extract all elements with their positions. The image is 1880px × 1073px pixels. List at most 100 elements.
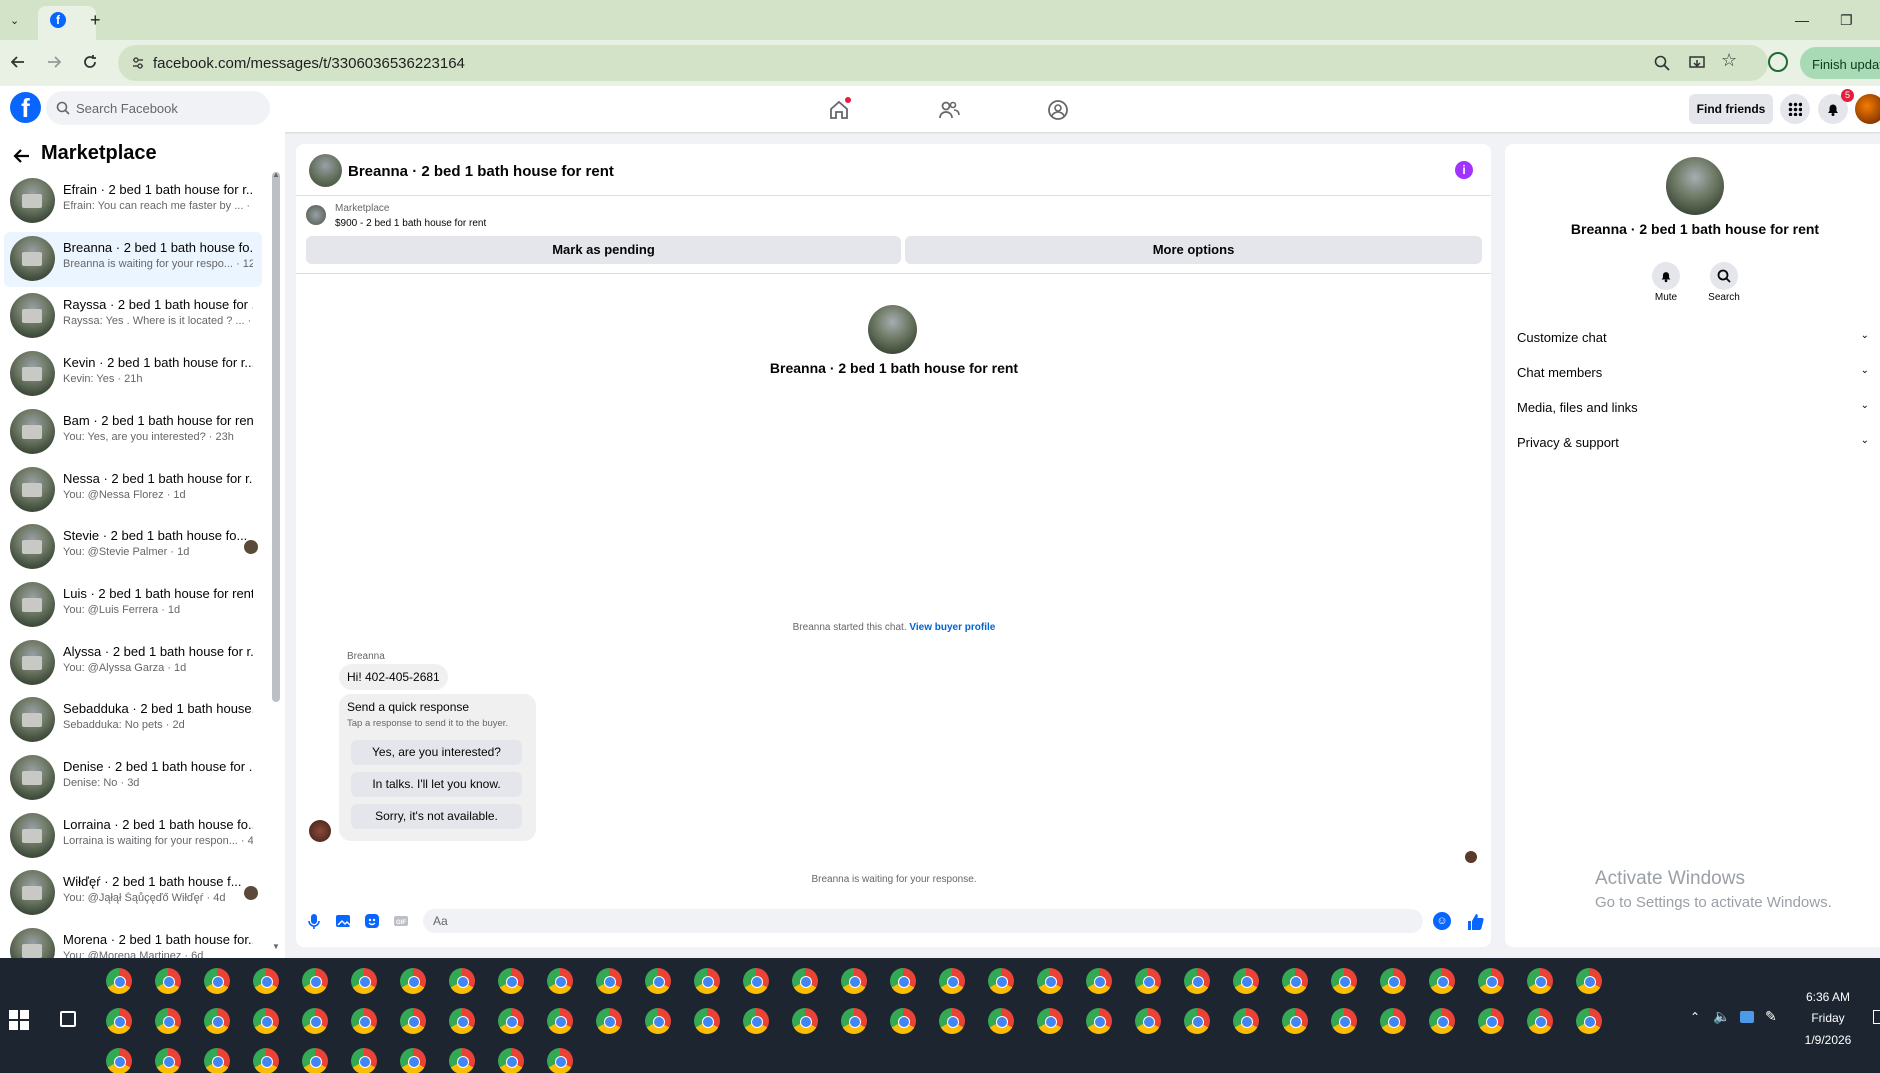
chrome-taskbar-icon[interactable]: [302, 1008, 328, 1034]
sidebar-scrollbar[interactable]: [272, 172, 280, 702]
forward-icon[interactable]: [44, 52, 64, 72]
chrome-taskbar-icon[interactable]: [841, 1008, 867, 1034]
facebook-logo[interactable]: f: [10, 92, 41, 123]
section-privacy-support[interactable]: Privacy & support ⌄: [1517, 435, 1877, 450]
chrome-taskbar-icon[interactable]: [694, 1008, 720, 1034]
scroll-down-icon[interactable]: ▼: [272, 942, 280, 951]
chrome-taskbar-icon[interactable]: [1282, 1008, 1308, 1034]
chrome-taskbar-icon[interactable]: [1527, 1008, 1553, 1034]
chrome-taskbar-icon[interactable]: [1478, 1008, 1504, 1034]
chat-title[interactable]: Breanna · 2 bed 1 bath house for rent: [348, 163, 614, 180]
section-chat-members[interactable]: Chat members ⌄: [1517, 365, 1877, 380]
quick-response-yes[interactable]: Yes, are you interested?: [351, 740, 522, 765]
restore-icon[interactable]: ❐: [1840, 12, 1853, 29]
chrome-taskbar-icon[interactable]: [351, 1048, 377, 1073]
chrome-taskbar-icon[interactable]: [547, 968, 573, 994]
chrome-taskbar-icon[interactable]: [547, 1008, 573, 1034]
microphone-icon[interactable]: [305, 912, 323, 930]
chrome-taskbar-icon[interactable]: [596, 1008, 622, 1034]
chrome-taskbar-icon[interactable]: [106, 1048, 132, 1073]
conversation-item[interactable]: Sebadduka · 2 bed 1 bath house... Sebaddu…: [4, 693, 262, 748]
chrome-taskbar-icon[interactable]: [400, 1008, 426, 1034]
chrome-taskbar-icon[interactable]: [1527, 968, 1553, 994]
info-icon[interactable]: i: [1455, 161, 1473, 179]
chrome-taskbar-icon[interactable]: [890, 968, 916, 994]
chrome-taskbar-icon[interactable]: [253, 1008, 279, 1034]
section-customize-chat[interactable]: Customize chat ⌄: [1517, 330, 1877, 345]
chrome-taskbar-icon[interactable]: [841, 968, 867, 994]
message-bubble[interactable]: Hi! 402-405-2681: [339, 664, 448, 690]
chrome-taskbar-icon[interactable]: [498, 968, 524, 994]
gif-icon[interactable]: GIF: [392, 912, 410, 930]
chrome-taskbar-icon[interactable]: [547, 1048, 573, 1073]
new-tab-icon[interactable]: +: [90, 10, 101, 31]
like-thumb-icon[interactable]: [1465, 912, 1485, 932]
chrome-taskbar-icon[interactable]: [253, 968, 279, 994]
chrome-taskbar-icon[interactable]: [1331, 968, 1357, 994]
chrome-taskbar-icon[interactable]: [1576, 968, 1602, 994]
menu-button[interactable]: [1780, 94, 1810, 124]
chrome-taskbar-icon[interactable]: [302, 1048, 328, 1073]
chrome-taskbar-icon[interactable]: [1135, 1008, 1161, 1034]
chrome-taskbar-icon[interactable]: [1233, 968, 1259, 994]
photo-icon[interactable]: [334, 912, 352, 930]
windows-start-icon[interactable]: [9, 1010, 29, 1030]
volume-icon[interactable]: 🔈: [1713, 1008, 1730, 1025]
chrome-taskbar-icon[interactable]: [1037, 1008, 1063, 1034]
conversation-avatar[interactable]: [868, 305, 917, 354]
chrome-taskbar-icon[interactable]: [988, 1008, 1014, 1034]
pen-icon[interactable]: ✎: [1765, 1008, 1777, 1025]
chrome-taskbar-icon[interactable]: [449, 1008, 475, 1034]
back-icon[interactable]: [8, 52, 28, 72]
chrome-taskbar-icon[interactable]: [1282, 968, 1308, 994]
chrome-taskbar-icon[interactable]: [645, 968, 671, 994]
chrome-taskbar-icon[interactable]: [1429, 1008, 1455, 1034]
sender-avatar[interactable]: [309, 820, 331, 842]
chrome-taskbar-icon[interactable]: [106, 1008, 132, 1034]
chrome-taskbar-icon[interactable]: [1184, 968, 1210, 994]
chrome-taskbar-icon[interactable]: [449, 1048, 475, 1073]
chrome-taskbar-icon[interactable]: [253, 1048, 279, 1073]
chat-header-avatar[interactable]: [309, 154, 342, 187]
friends-icon[interactable]: [938, 99, 960, 121]
chrome-taskbar-icon[interactable]: [351, 968, 377, 994]
task-view-icon[interactable]: [60, 1011, 76, 1027]
chrome-taskbar-icon[interactable]: [449, 968, 475, 994]
chrome-taskbar-icon[interactable]: [498, 1048, 524, 1073]
chrome-taskbar-icon[interactable]: [890, 1008, 916, 1034]
tab-list-chevron-icon[interactable]: ⌄: [10, 14, 19, 27]
minimize-icon[interactable]: —: [1795, 12, 1809, 28]
section-media-files[interactable]: Media, files and links ⌄: [1517, 400, 1877, 415]
chrome-taskbar-icon[interactable]: [1576, 1008, 1602, 1034]
conversation-item[interactable]: Denise · 2 bed 1 bath house for ... Denis…: [4, 751, 262, 806]
scroll-up-icon[interactable]: ▲: [272, 170, 280, 179]
chrome-taskbar-icon[interactable]: [939, 1008, 965, 1034]
conversation-item[interactable]: Wiłďęŕ · 2 bed 1 bath house f... You: @Ją…: [4, 866, 262, 921]
chrome-taskbar-icon[interactable]: [1037, 968, 1063, 994]
chrome-taskbar-icon[interactable]: [155, 1008, 181, 1034]
finish-update-button[interactable]: Finish update: [1800, 47, 1880, 79]
chrome-taskbar-icon[interactable]: [1086, 1008, 1112, 1034]
back-arrow-icon[interactable]: [12, 146, 32, 166]
sticker-icon[interactable]: [363, 912, 381, 930]
conversation-item[interactable]: Stevie · 2 bed 1 bath house fo... You: @S…: [4, 520, 262, 575]
account-avatar[interactable]: [1855, 94, 1880, 124]
chrome-taskbar-icon[interactable]: [1380, 968, 1406, 994]
quick-response-in-talks[interactable]: In talks. I'll let you know.: [351, 772, 522, 797]
chrome-taskbar-icon[interactable]: [1478, 968, 1504, 994]
reload-icon[interactable]: [80, 52, 100, 72]
chrome-taskbar-icon[interactable]: [1331, 1008, 1357, 1034]
chrome-taskbar-icon[interactable]: [400, 968, 426, 994]
chrome-taskbar-icon[interactable]: [1380, 1008, 1406, 1034]
chrome-taskbar-icon[interactable]: [155, 1048, 181, 1073]
conversation-item[interactable]: Rayssa · 2 bed 1 bath house for ... Rayss…: [4, 289, 262, 344]
chrome-taskbar-icon[interactable]: [204, 1048, 230, 1073]
chrome-taskbar-icon[interactable]: [106, 968, 132, 994]
conversation-item[interactable]: Bam · 2 bed 1 bath house for rent You: Ye…: [4, 405, 262, 460]
chrome-taskbar-icon[interactable]: [498, 1008, 524, 1034]
more-options-button[interactable]: More options: [905, 236, 1482, 264]
chrome-taskbar-icon[interactable]: [792, 1008, 818, 1034]
conversation-item[interactable]: Breanna · 2 bed 1 bath house fo... Breann…: [4, 231, 262, 287]
chrome-taskbar-icon[interactable]: [1429, 968, 1455, 994]
conversation-item[interactable]: Kevin · 2 bed 1 bath house for r... Kevin…: [4, 347, 262, 402]
